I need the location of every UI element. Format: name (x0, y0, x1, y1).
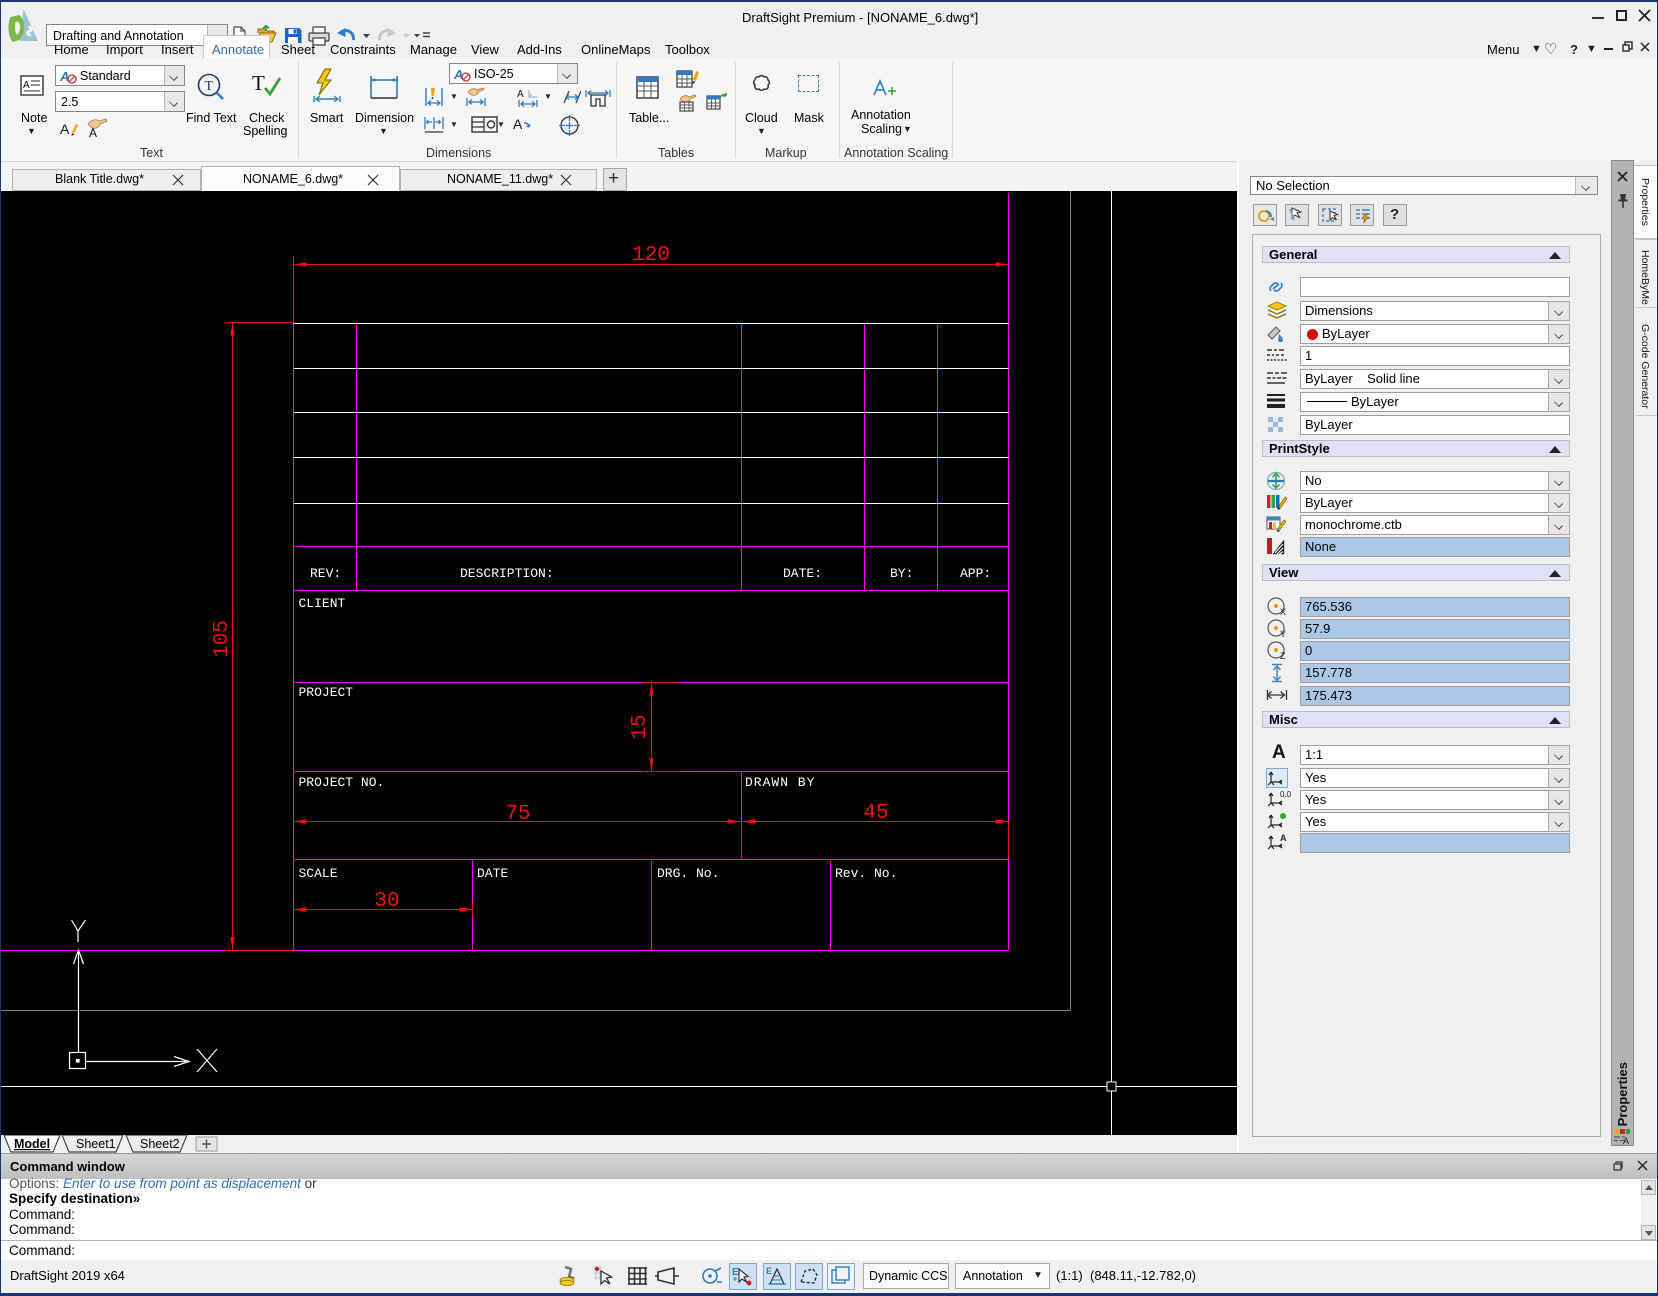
svg-text:E: E (732, 1267, 739, 1278)
svg-text:T: T (205, 79, 214, 94)
svg-text:T: T (252, 72, 265, 95)
svg-text:120: 120 (632, 244, 670, 267)
svg-text:Z: Z (1280, 651, 1286, 661)
svg-text:A: A (1623, 1136, 1629, 1146)
svg-text:30: 30 (374, 890, 399, 913)
svg-text:CLIENT: CLIENT (299, 596, 346, 611)
svg-text:Sheet2: Sheet2 (140, 1137, 180, 1151)
svg-text:A: A (89, 126, 97, 138)
svg-text:45: 45 (863, 802, 888, 825)
svg-text:PROJECT NO.: PROJECT NO. (299, 775, 385, 790)
svg-text:A: A (517, 89, 524, 100)
svg-text:APP:: APP: (960, 566, 991, 581)
svg-text:Y: Y (1280, 629, 1286, 639)
svg-text:0.0: 0.0 (1280, 790, 1292, 799)
svg-text:E: E (766, 1266, 772, 1276)
svg-text:15: 15 (629, 714, 652, 739)
svg-text:105: 105 (211, 620, 234, 658)
svg-text:SCALE: SCALE (299, 866, 338, 881)
svg-text:A: A (1280, 833, 1287, 843)
svg-text:Sheet1: Sheet1 (76, 1137, 116, 1151)
svg-text:A: A (454, 67, 463, 82)
svg-text:A: A (23, 80, 30, 91)
svg-text:BY:: BY: (890, 566, 913, 581)
svg-text:DRG. No.: DRG. No. (657, 866, 719, 881)
svg-text:75: 75 (505, 803, 530, 826)
svg-text:REV:: REV: (310, 566, 341, 581)
svg-text:DATE: DATE (477, 866, 508, 881)
svg-text:Rev. No.: Rev. No. (835, 866, 897, 881)
svg-text:DATE:: DATE: (783, 566, 822, 581)
svg-text:DESCRIPTION:: DESCRIPTION: (460, 566, 554, 581)
svg-text:X: X (1280, 607, 1286, 617)
svg-text:Model: Model (14, 1137, 50, 1151)
svg-text:A: A (60, 69, 69, 84)
svg-text:DRAWN BY: DRAWN BY (745, 775, 815, 790)
svg-text:A: A (513, 116, 523, 132)
svg-text:PROJECT: PROJECT (299, 685, 354, 700)
svg-text:A: A (60, 121, 70, 137)
